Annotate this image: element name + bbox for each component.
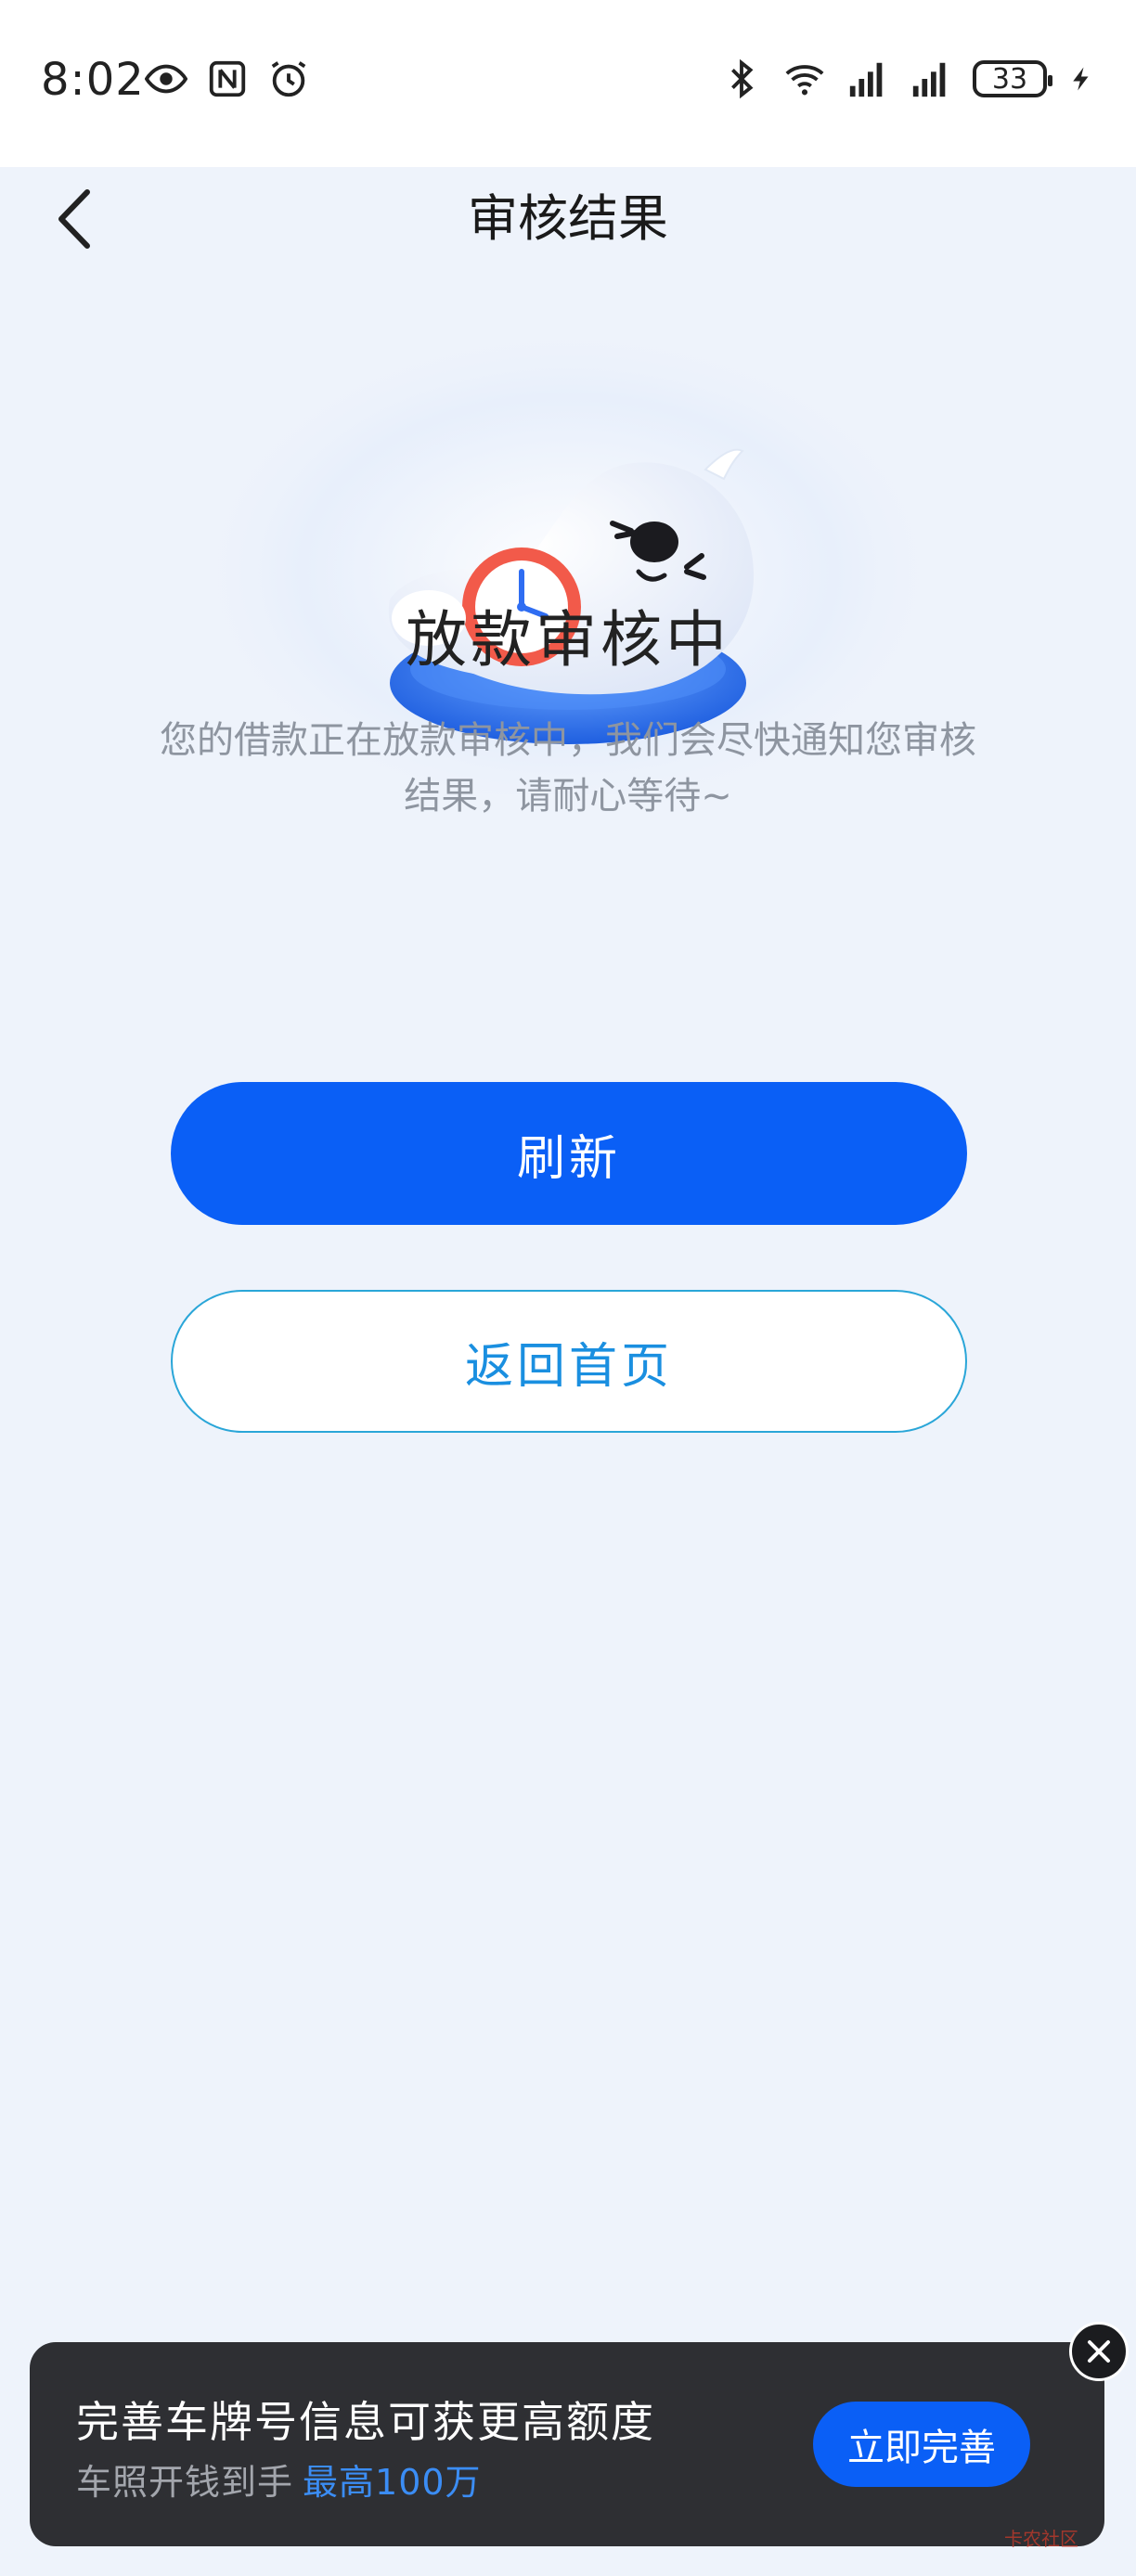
promo-banner[interactable]: 完善车牌号信息可获更高额度 车照开钱到手 最高100万 立即完善 xyxy=(30,2342,1104,2546)
refresh-button[interactable]: 刷新 xyxy=(171,1082,967,1225)
battery-level: 33 xyxy=(991,62,1028,96)
status-right-icons: 33 xyxy=(720,58,1095,100)
banner-sub-text: 车照开钱到手 xyxy=(76,2462,294,2503)
status-time: 8:02 xyxy=(41,54,145,106)
status-bar: 8:02 33 审核结果 xyxy=(0,0,1136,249)
status-left-icons xyxy=(145,58,310,100)
signal-icon xyxy=(849,62,883,97)
main-content: 放款审核中 您的借款正在放款审核中，我们会尽快通知您审核结果，请耐心等待~ 刷新… xyxy=(0,293,1136,2576)
banner-title: 完善车牌号信息可获更高额度 xyxy=(76,2397,655,2447)
bluetooth-icon xyxy=(731,58,754,99)
watermark: 卡农社区 xyxy=(1004,2528,1078,2550)
status-title: 放款审核中 xyxy=(406,604,730,676)
banner-subtitle: 车照开钱到手 最高100万 xyxy=(76,2454,482,2505)
banner-sub-highlight: 最高100万 xyxy=(303,2462,482,2503)
banner-close-button[interactable] xyxy=(1069,2322,1129,2381)
battery-indicator: 33 xyxy=(973,60,1052,97)
nfc-icon xyxy=(209,60,246,97)
alarm-icon xyxy=(271,61,306,97)
wifi-icon xyxy=(785,65,824,96)
return-home-button[interactable]: 返回首页 xyxy=(171,1290,967,1433)
signal-icon xyxy=(912,62,946,97)
eye-icon xyxy=(145,64,187,94)
close-icon xyxy=(1088,2340,1110,2363)
charging-icon xyxy=(1073,67,1089,91)
complete-now-button[interactable]: 立即完善 xyxy=(813,2402,1030,2487)
status-description: 您的借款正在放款审核中，我们会尽快通知您审核结果，请耐心等待~ xyxy=(160,719,976,818)
page-title: 审核结果 xyxy=(468,189,668,248)
